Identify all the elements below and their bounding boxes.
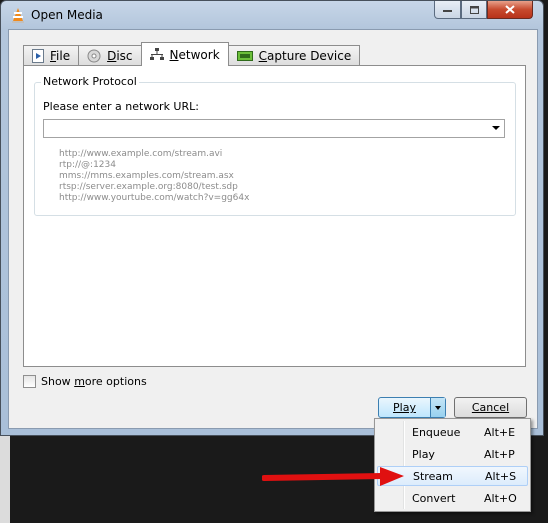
example-url: rtsp://server.example.org:8080/test.sdp bbox=[59, 182, 238, 192]
background-window-edge bbox=[0, 436, 10, 523]
play-dropdown-menu: Enqueue Alt+E Play Alt+P Stream Alt+S Co… bbox=[374, 418, 531, 512]
open-media-window: Open Media File Disc Network Capture Dev… bbox=[0, 0, 544, 436]
tab-bar: File Disc Network Capture Device bbox=[23, 42, 361, 66]
chevron-down-icon bbox=[435, 405, 441, 410]
show-more-options-checkbox[interactable] bbox=[23, 375, 36, 388]
tab-label: Capture Device bbox=[258, 49, 352, 63]
chevron-down-icon[interactable] bbox=[492, 126, 500, 130]
disc-icon bbox=[87, 49, 101, 63]
minimize-button[interactable] bbox=[434, 1, 461, 19]
menu-item-convert[interactable]: Convert Alt+O bbox=[377, 488, 528, 508]
minimize-icon bbox=[443, 9, 452, 12]
network-icon bbox=[149, 48, 164, 60]
capture-device-icon bbox=[236, 51, 253, 61]
menu-item-enqueue[interactable]: Enqueue Alt+E bbox=[377, 422, 528, 442]
network-protocol-group: Network Protocol Please enter a network … bbox=[34, 75, 516, 216]
vlc-cone-icon bbox=[12, 8, 24, 23]
example-url: rtp://@:1234 bbox=[59, 160, 116, 170]
tab-label: File bbox=[50, 49, 71, 63]
example-url: mms://mms.examples.com/stream.asx bbox=[59, 171, 234, 181]
example-url: http://www.yourtube.com/watch?v=gg64x bbox=[59, 193, 250, 203]
dialog-client-area: File Disc Network Capture Device Network… bbox=[8, 29, 538, 429]
maximize-button[interactable] bbox=[461, 1, 487, 19]
tab-file[interactable]: File bbox=[23, 45, 80, 66]
group-title: Network Protocol bbox=[41, 75, 139, 88]
window-title: Open Media bbox=[31, 8, 103, 22]
play-dropdown-toggle[interactable] bbox=[430, 398, 445, 417]
network-tab-panel: Network Protocol Please enter a network … bbox=[23, 65, 526, 367]
tab-disc[interactable]: Disc bbox=[78, 45, 142, 66]
url-examples: http://www.example.com/stream.avi rtp://… bbox=[59, 149, 249, 204]
cancel-button[interactable]: Cancel bbox=[454, 397, 527, 418]
title-bar[interactable]: Open Media bbox=[1, 1, 543, 29]
play-file-icon bbox=[32, 49, 44, 63]
tab-capture-device[interactable]: Capture Device bbox=[227, 45, 361, 66]
maximize-icon bbox=[469, 5, 479, 14]
close-icon bbox=[505, 5, 515, 14]
show-more-options-label: Show more options bbox=[41, 375, 147, 388]
example-url: http://www.example.com/stream.avi bbox=[59, 149, 223, 159]
close-button[interactable] bbox=[487, 1, 533, 19]
url-label: Please enter a network URL: bbox=[43, 100, 199, 113]
tab-label: Network bbox=[169, 47, 220, 62]
network-url-combobox[interactable] bbox=[43, 119, 505, 138]
tab-label: Disc bbox=[107, 49, 133, 63]
tab-network[interactable]: Network bbox=[140, 42, 229, 66]
show-more-options[interactable]: Show more options bbox=[23, 375, 147, 388]
annotation-arrow-icon bbox=[262, 467, 404, 486]
play-split-button[interactable]: Play bbox=[378, 397, 446, 418]
play-button[interactable]: Play bbox=[379, 398, 430, 417]
menu-item-play[interactable]: Play Alt+P bbox=[377, 444, 528, 464]
